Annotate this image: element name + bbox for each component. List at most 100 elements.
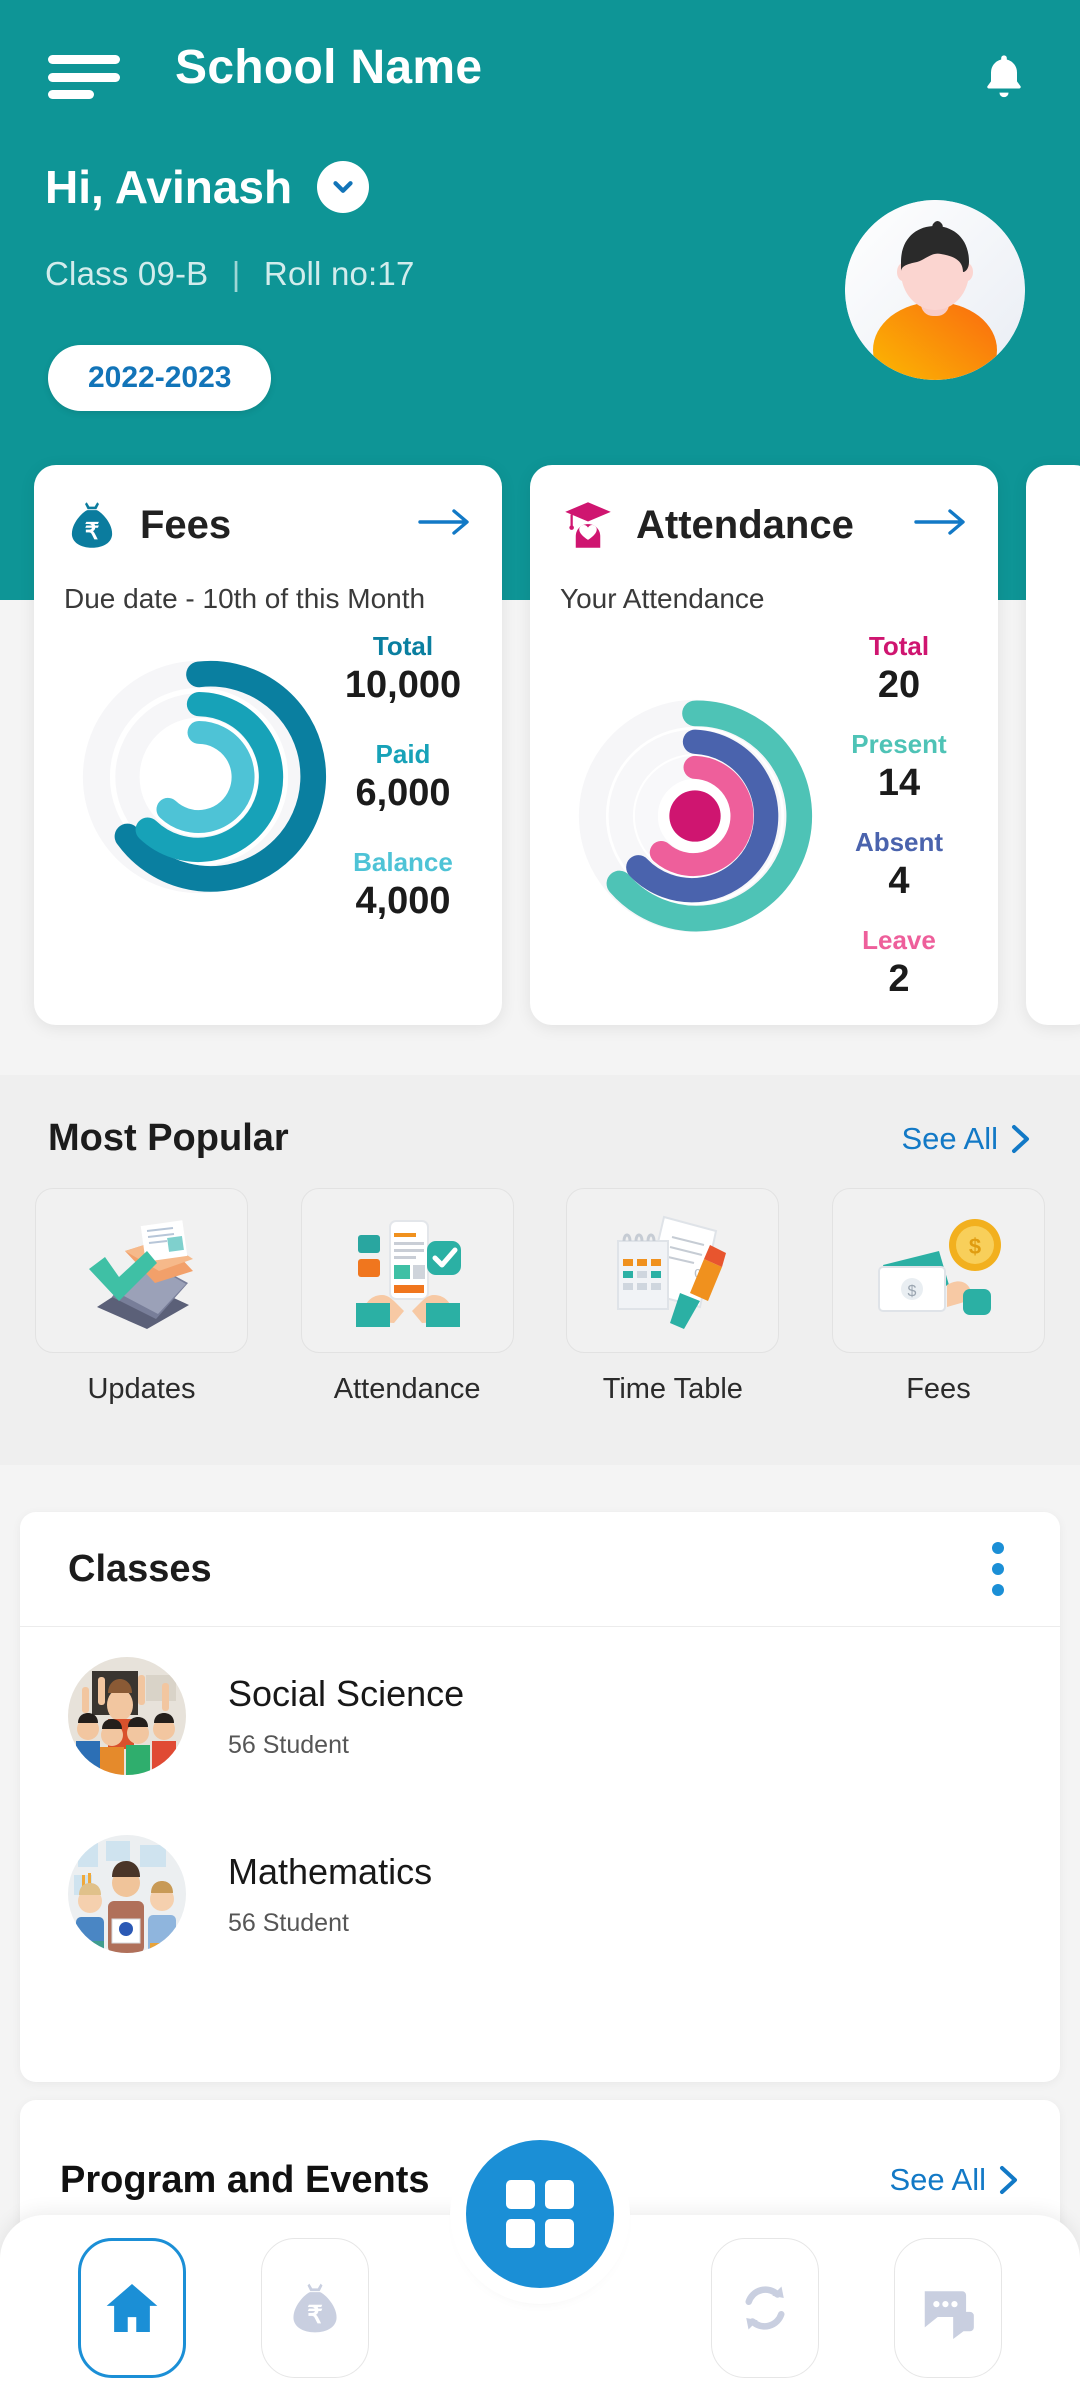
avatar[interactable] <box>845 200 1025 380</box>
stat-absent-value: 4 <box>888 860 910 902</box>
svg-text:₹: ₹ <box>85 518 100 544</box>
stat-paid: Paid 6,000 <box>355 739 450 815</box>
greeting-text: Hi, Avinash <box>45 161 293 213</box>
stat-present-label: Present <box>851 729 947 759</box>
stat-balance-value: 4,000 <box>355 880 451 922</box>
most-popular-section: Most Popular See All Updates Attendance … <box>0 1075 1080 1465</box>
app-root: School Name Hi, Avinash Class 09-B | Rol… <box>0 0 1080 2400</box>
stat-present: Present 14 <box>851 729 946 805</box>
see-all-label: See All <box>901 1120 998 1156</box>
fees-donut-chart <box>82 660 327 894</box>
card-attendance[interactable]: Attendance Your Attendance Total 20 Pres… <box>530 465 998 1025</box>
money-bag-icon: ₹ <box>293 2283 337 2332</box>
program-events-see-all[interactable]: See All <box>889 2162 1020 2198</box>
card-fees[interactable]: ₹ Fees Due date - 10th of this Month Tot… <box>34 465 502 1025</box>
card-attendance-title: Attendance <box>636 502 854 547</box>
class-name: Social Science <box>228 1672 465 1714</box>
stat-total-value: 10,000 <box>344 664 462 706</box>
most-popular-grid: Updates Attendance Time Table $ $ Fees <box>0 1160 1080 1406</box>
hamburger-icon[interactable] <box>48 55 120 99</box>
nav-item-sync[interactable] <box>710 2237 819 2378</box>
laptop-envelope-icon <box>35 1188 248 1353</box>
stat-leave-label: Leave <box>862 925 936 955</box>
bell-icon[interactable] <box>978 48 1030 106</box>
page-title: School Name <box>175 41 483 94</box>
attendance-donut-chart <box>578 699 813 933</box>
student-meta: Class 09-B | Roll no:17 <box>45 255 415 293</box>
teacher-students-photo <box>68 1835 186 1953</box>
card-fees-subtitle: Due date - 10th of this Month <box>64 583 426 614</box>
list-item[interactable]: Social Science 56 Student <box>20 1627 1060 1805</box>
card-attendance-subtitle: Your Attendance <box>560 583 765 614</box>
svg-text:$: $ <box>908 1283 917 1300</box>
grid-apps-icon[interactable] <box>466 2140 614 2288</box>
class-info: Mathematics 56 Student <box>228 1851 432 1938</box>
arrow-right-icon[interactable] <box>914 505 968 539</box>
card-attendance-header: Attendance <box>560 497 968 553</box>
arrow-right-icon[interactable] <box>418 505 472 539</box>
svg-text:₹: ₹ <box>308 2302 324 2329</box>
most-popular-header: Most Popular See All <box>0 1075 1080 1160</box>
attendance-stats: Total 20 Present 14 Absent 4 Leave 2 <box>830 631 968 1001</box>
stat-total-value: 20 <box>877 664 921 706</box>
nav-item-chat[interactable] <box>894 2237 1003 2378</box>
summary-card-carousel[interactable]: ₹ Fees Due date - 10th of this Month Tot… <box>0 465 1080 1025</box>
kebab-menu-icon[interactable] <box>984 1534 1012 1604</box>
card-fees-title: Fees <box>140 502 232 547</box>
stat-balance-label: Balance <box>353 847 453 877</box>
chat-bubble-icon <box>924 2290 975 2339</box>
popular-item-time-table[interactable]: % Time Table <box>565 1188 780 1406</box>
stat-absent-label: Absent <box>854 827 944 857</box>
nav-item-home[interactable] <box>77 2237 186 2378</box>
nav-item-fees[interactable]: ₹ <box>261 2237 370 2378</box>
classes-title: Classes <box>68 1547 212 1590</box>
stat-leave-value: 2 <box>888 958 910 1000</box>
program-events-title: Program and Events <box>60 2158 430 2201</box>
list-item[interactable]: Mathematics 56 Student <box>20 1805 1060 1983</box>
card-fees-header: ₹ Fees <box>64 497 472 553</box>
stat-balance: Balance 4,000 <box>353 847 453 923</box>
popular-item-updates[interactable]: Updates <box>34 1188 249 1406</box>
classes-header: Classes <box>20 1512 1060 1627</box>
stat-paid-value: 6,000 <box>355 772 451 814</box>
hands-phone-check-icon <box>300 1188 514 1353</box>
stat-leave: Leave 2 <box>862 925 936 1001</box>
cash-coin-icon: $ $ <box>831 1188 1045 1353</box>
class-name: Mathematics <box>228 1850 433 1892</box>
stat-absent: Absent 4 <box>855 827 943 903</box>
class-students: 56 Student <box>228 1730 349 1759</box>
chevron-down-icon[interactable] <box>317 161 370 213</box>
calendar-pencil-icon: % <box>566 1188 780 1353</box>
meta-separator: | <box>231 255 241 292</box>
class-students: 56 Student <box>228 1908 349 1937</box>
card-attendance-body: Total 20 Present 14 Absent 4 Leave 2 <box>560 631 968 1001</box>
popular-item-attendance[interactable]: Attendance <box>300 1188 515 1406</box>
popular-item-label: Attendance <box>333 1373 481 1405</box>
home-icon <box>106 2283 158 2332</box>
popular-item-label: Time Table <box>602 1373 743 1405</box>
graduate-cap-icon <box>565 502 611 548</box>
class-label: Class 09-B <box>45 255 209 292</box>
see-all-label: See All <box>889 2162 986 2197</box>
stat-present-value: 14 <box>877 762 921 804</box>
chevron-right-icon <box>1012 1124 1029 1153</box>
most-popular-see-all[interactable]: See All <box>901 1121 1032 1157</box>
roll-label: Roll no:17 <box>263 255 415 292</box>
class-info: Social Science 56 Student <box>228 1673 464 1760</box>
money-bag-icon: ₹ <box>71 502 113 548</box>
stat-total-label: Total <box>868 631 930 661</box>
stat-total-label: Total <box>372 631 434 661</box>
fees-stats: Total 10,000 Paid 6,000 Balance 4,000 <box>334 631 472 923</box>
stat-total: Total 10,000 <box>345 631 461 707</box>
card-fees-body: Total 10,000 Paid 6,000 Balance 4,000 <box>64 631 472 923</box>
svg-text:$: $ <box>969 1234 981 1259</box>
most-popular-title: Most Popular <box>48 1117 289 1159</box>
refresh-icon <box>745 2285 785 2330</box>
academic-year-badge[interactable]: 2022-2023 <box>48 345 272 411</box>
popular-item-label: Updates <box>87 1373 196 1405</box>
card-next-peek[interactable] <box>1026 465 1080 1025</box>
classes-card: Classes Social Science 56 Student Mathem… <box>20 1512 1060 2082</box>
popular-item-fees[interactable]: $ $ Fees <box>831 1188 1046 1406</box>
stat-paid-label: Paid <box>375 739 431 769</box>
stat-total: Total 20 <box>869 631 929 707</box>
